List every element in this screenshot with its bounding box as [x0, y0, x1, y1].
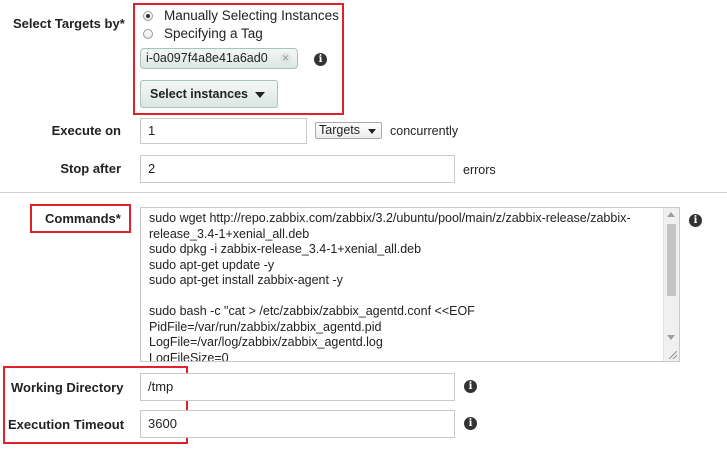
command-line: sudo apt-get install zabbix-agent -y — [149, 273, 343, 287]
caret-down-icon — [255, 92, 265, 98]
instance-token: i-0a097f4a8e41a6ad0 ✕ — [140, 48, 298, 69]
instance-token-label: i-0a097f4a8e41a6ad0 — [146, 51, 268, 65]
stop-after-value: 2 — [148, 161, 156, 176]
clear-token-icon[interactable]: ✕ — [280, 53, 291, 64]
radio-manual-selection-label[interactable]: Manually Selecting Instances — [164, 8, 339, 23]
select-arrow-icon — [368, 129, 376, 134]
command-line: sudo apt-get update -y — [149, 257, 275, 272]
commands-textarea[interactable]: sudo wget http://repo.zabbix.com/zabbix/… — [140, 207, 680, 362]
command-line: sudo dpkg -i zabbix-release_3.4-1+xenial… — [149, 242, 422, 256]
command-line: LogFileSize=0 — [149, 350, 229, 362]
select-instances-label: Select instances — [150, 87, 248, 101]
section-divider — [0, 192, 727, 193]
select-instances-button[interactable]: Select instances — [140, 80, 278, 108]
command-line: PidFile=/var/run/zabbix/zabbix_agentd.pi… — [149, 319, 382, 334]
radio-manual-selection[interactable] — [143, 11, 153, 21]
working-directory-input[interactable]: /tmp — [140, 373, 455, 401]
resize-grip-icon[interactable] — [669, 351, 677, 359]
execute-on-suffix: concurrently — [390, 124, 459, 138]
execute-on-label: Execute on — [51, 123, 121, 138]
working-directory-value: /tmp — [148, 379, 174, 394]
commands-scrollbar[interactable] — [663, 208, 679, 361]
radio-specify-tag[interactable] — [143, 29, 153, 39]
radio-specify-tag-label[interactable]: Specifying a Tag — [164, 26, 263, 41]
execute-on-unit-select[interactable]: Targets — [315, 122, 382, 139]
stop-after-input[interactable]: 2 — [140, 155, 455, 183]
command-line: LogFile=/var/log/zabbix/zabbix_agentd.lo… — [149, 335, 383, 349]
info-icon[interactable]: i — [314, 53, 327, 66]
command-line: sudo wget http://repo.zabbix.com/zabbix/… — [149, 211, 631, 225]
command-line: sudo bash -c "cat > /etc/zabbix/zabbix_a… — [149, 304, 475, 318]
scroll-thumb[interactable] — [667, 224, 676, 296]
select-targets-label: Select Targets by* — [13, 16, 125, 31]
command-line — [149, 289, 657, 305]
scroll-down-icon[interactable] — [667, 335, 675, 340]
execute-on-value: 1 — [148, 123, 156, 138]
stop-after-label: Stop after — [60, 161, 121, 176]
commands-text: sudo wget http://repo.zabbix.com/zabbix/… — [149, 211, 657, 362]
scroll-up-icon[interactable] — [667, 212, 675, 217]
info-icon[interactable]: i — [464, 380, 477, 393]
execution-timeout-input[interactable]: 3600 — [140, 410, 455, 438]
execution-timeout-value: 3600 — [148, 416, 177, 431]
working-directory-label: Working Directory — [11, 380, 124, 395]
command-line: release_3.4-1+xenial_all.deb — [149, 226, 310, 241]
execute-on-input[interactable]: 1 — [140, 118, 307, 144]
execute-on-unit-value: Targets — [319, 123, 360, 137]
commands-label: Commands* — [45, 211, 121, 226]
stop-after-suffix: errors — [463, 163, 496, 177]
execution-timeout-label: Execution Timeout — [8, 417, 125, 432]
info-icon[interactable]: i — [464, 417, 477, 430]
info-icon[interactable]: i — [689, 214, 702, 227]
